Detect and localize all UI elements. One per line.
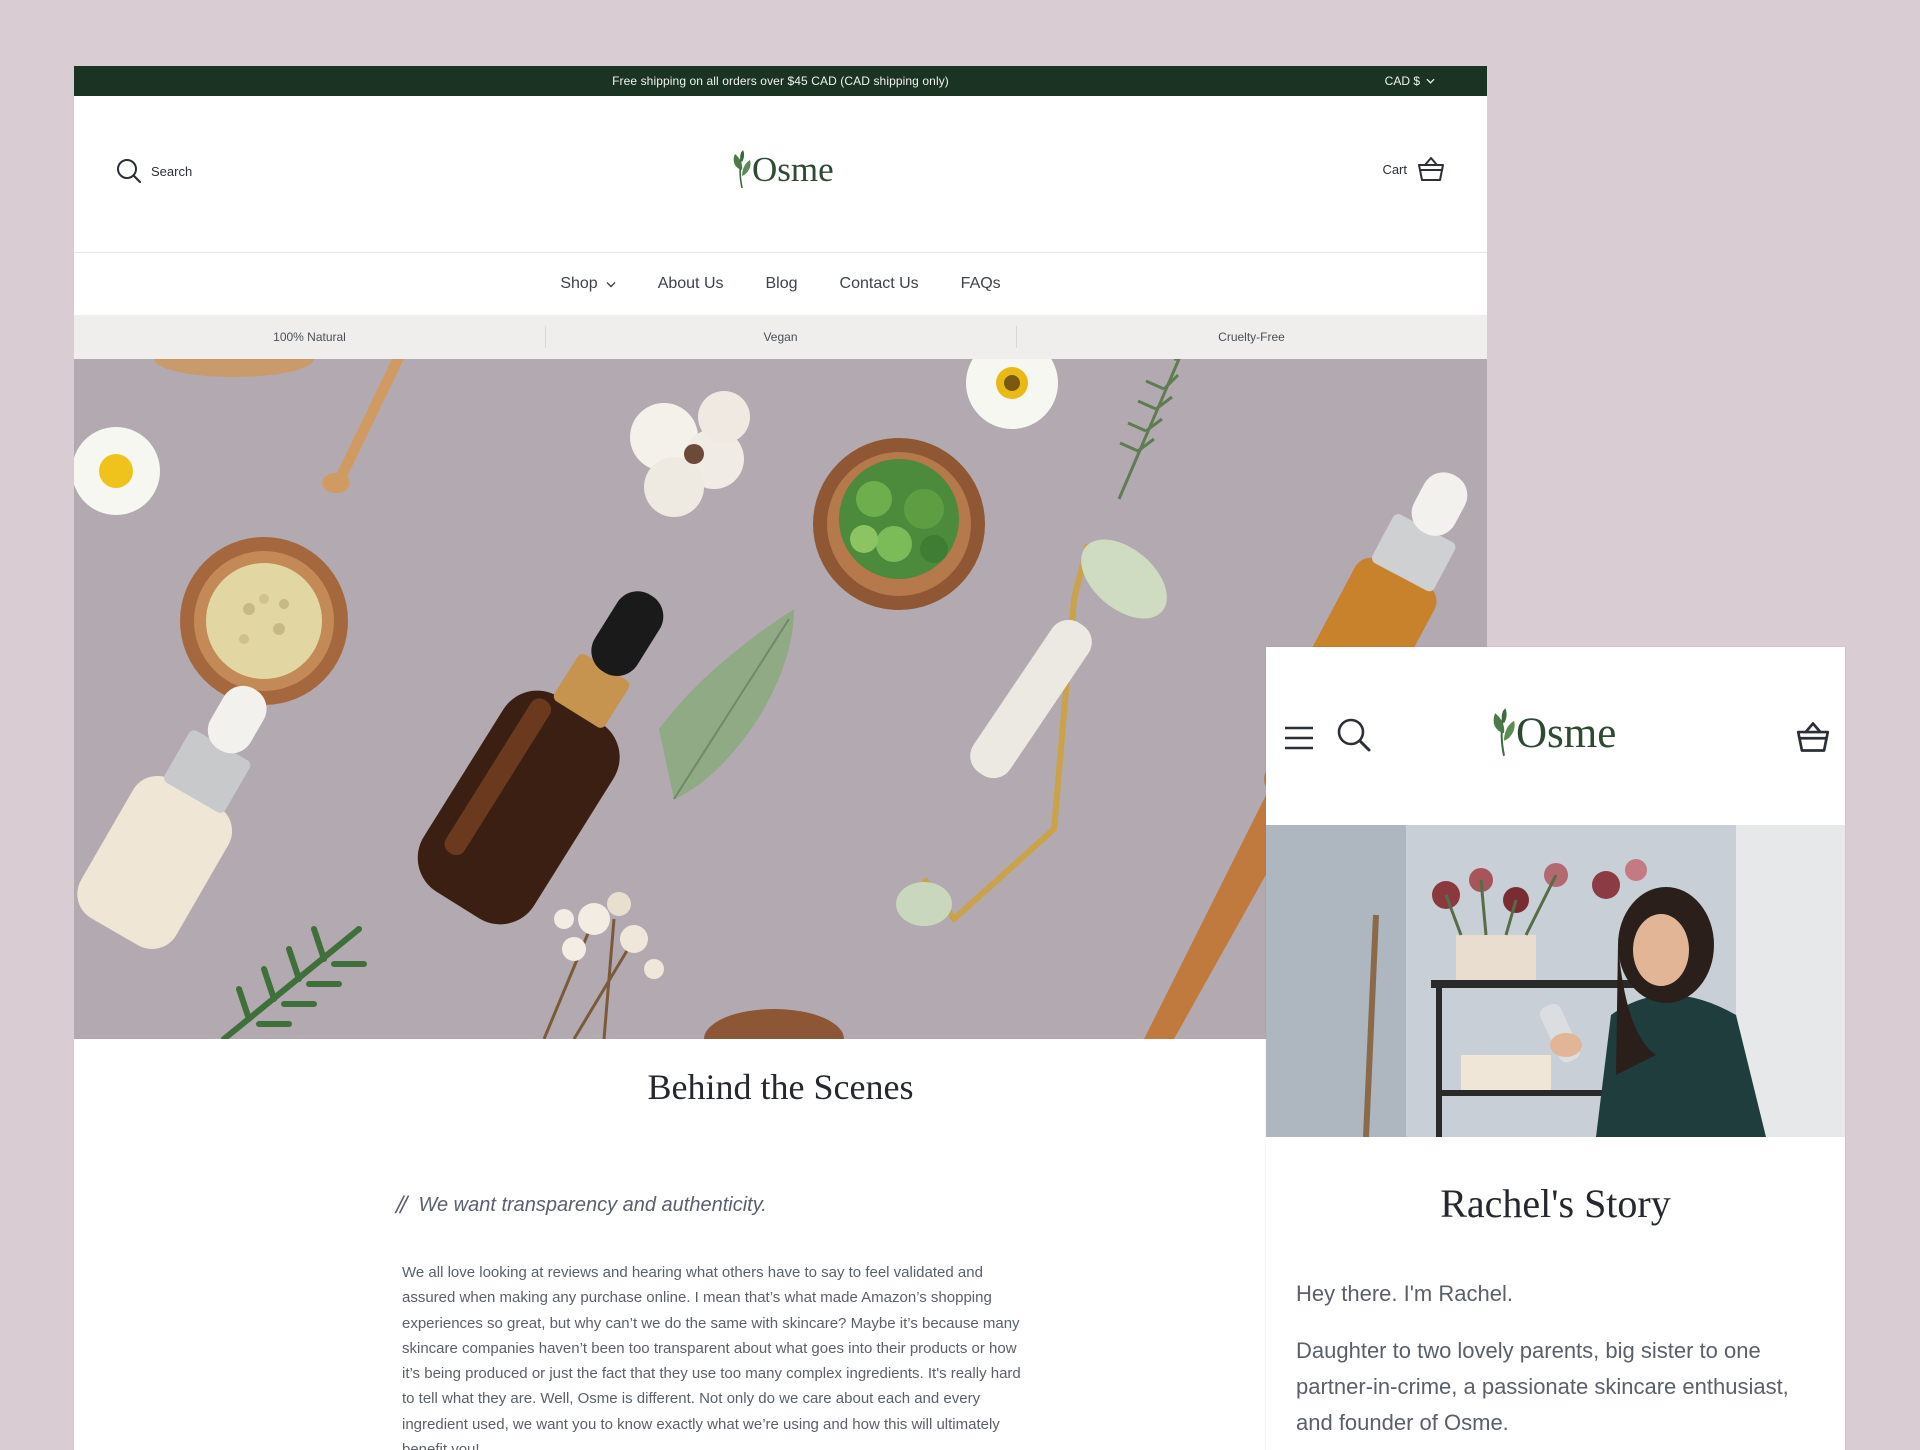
chevron-down-icon — [606, 281, 616, 287]
search-icon[interactable] — [1336, 717, 1372, 753]
mobile-section-title: Rachel's Story — [1440, 1181, 1671, 1226]
cart-icon — [1418, 157, 1444, 181]
nav-item-contact-us[interactable]: Contact Us — [840, 275, 919, 293]
search-button[interactable]: Search — [116, 158, 192, 184]
nav-item-faqs[interactable]: FAQs — [961, 275, 1001, 293]
chevron-down-icon — [1426, 78, 1435, 84]
wooden-bowl-grains — [180, 537, 348, 705]
cart-label: Cart — [1382, 161, 1407, 177]
announcement-text: Free shipping on all orders over $45 CAD… — [612, 74, 949, 88]
hamburger-icon[interactable] — [1284, 725, 1314, 751]
quote-text: We want transparency and authenticity. — [418, 1193, 767, 1216]
currency-selector[interactable]: CAD $ — [1385, 74, 1435, 88]
nav-item-label: Shop — [560, 275, 598, 292]
pull-quote: // We want transparency and authenticity… — [396, 1190, 767, 1220]
usp-item-cruelty-free: Cruelty-Free — [1016, 315, 1487, 359]
search-icon — [117, 159, 142, 184]
microgreens-bowl — [813, 438, 985, 610]
site-header: Search Osme Cart — [74, 96, 1487, 252]
usp-bar: 100% Natural Vegan Cruelty-Free — [74, 315, 1487, 359]
nav-item-label: FAQs — [960, 275, 1001, 292]
mobile-logo[interactable]: Osme — [1489, 705, 1616, 759]
cart-icon[interactable] — [1795, 721, 1831, 753]
announcement-bar: Free shipping on all orders over $45 CAD… — [74, 66, 1487, 96]
mobile-header: Osme — [1266, 647, 1845, 825]
nav-item-label: Contact Us — [839, 275, 919, 292]
leaf-logo-icon — [733, 150, 751, 189]
daisy-left — [74, 427, 160, 515]
logo-text: Osme — [1516, 710, 1617, 757]
usp-item-vegan: Vegan — [545, 315, 1016, 359]
search-label: Search — [151, 163, 193, 179]
usp-item-natural: 100% Natural — [273, 330, 346, 344]
nav-item-blog[interactable]: Blog — [766, 275, 798, 293]
nav-item-about-us[interactable]: About Us — [658, 275, 724, 293]
greeting-text: Hey there. I'm Rachel. — [1296, 1281, 1513, 1306]
quote-mark-icon: // — [396, 1190, 408, 1219]
founder-photo — [1266, 825, 1845, 1137]
main-nav: Shop About Us Blog Contact Us FAQs — [74, 252, 1487, 315]
leaf-logo-icon — [1493, 708, 1515, 756]
cart-button[interactable]: Cart — [1382, 156, 1445, 182]
logo-text: Osme — [752, 150, 834, 189]
nav-item-shop[interactable]: Shop — [560, 275, 616, 293]
body-paragraph: We all love looking at reviews and heari… — [402, 1264, 1021, 1450]
nav-item-label: About Us — [657, 275, 724, 292]
nav-item-label: Blog — [765, 275, 798, 292]
site-logo[interactable]: Osme — [730, 148, 834, 190]
intro-paragraph: Daughter to two lovely parents, big sist… — [1296, 1338, 1789, 1435]
currency-label: CAD $ — [1384, 74, 1420, 88]
mobile-mockup: Osme Rachel's Story Hey there. I'm Rache… — [1266, 647, 1845, 1450]
